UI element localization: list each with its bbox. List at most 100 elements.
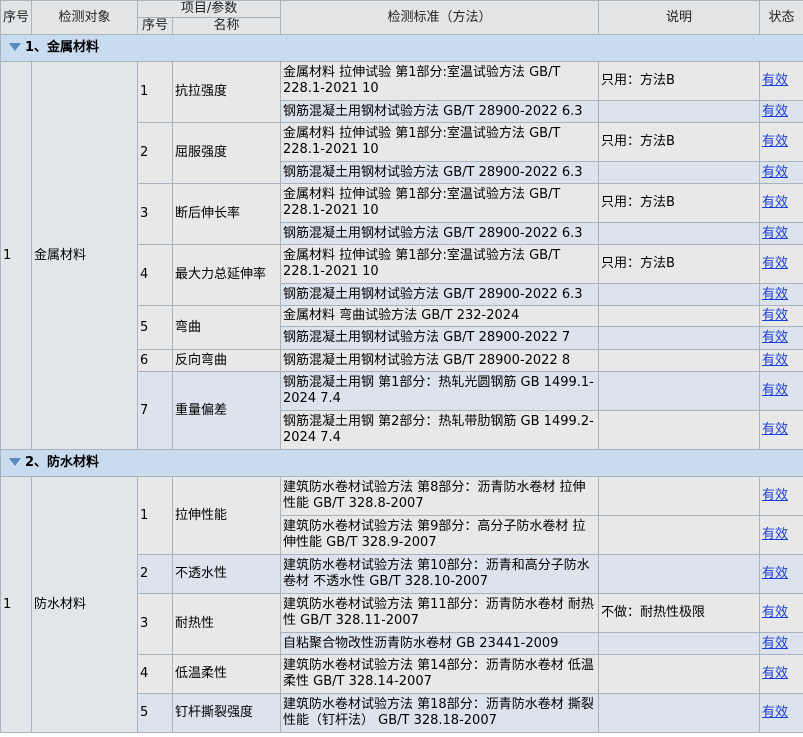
standard-cell: 钢筋混凝土用钢 第1部分：热轧光圆钢筋 GB 1499.1-2024 7.4: [280, 371, 600, 411]
note-cell: [598, 161, 761, 184]
note-cell: [598, 222, 761, 245]
col-header-standard: 检测标准（方法）: [280, 0, 600, 35]
seq-cell: 1: [0, 476, 32, 733]
note-cell: 只用：方法B: [598, 183, 761, 223]
status-link[interactable]: 有效: [762, 165, 788, 180]
standard-cell: 钢筋混凝土用钢材试验方法 GB/T 28900-2022 6.3: [280, 100, 600, 123]
param-no-cell: 2: [137, 122, 173, 184]
col-header-status: 状态: [759, 0, 803, 35]
object-cell: 金属材料: [31, 61, 138, 450]
standard-cell: 建筑防水卷材试验方法 第18部分：沥青防水卷材 撕裂性能（钉杆法） GB/T 3…: [280, 693, 600, 733]
status-link[interactable]: 有效: [762, 308, 788, 323]
param-name-cell: 拉伸性能: [171, 476, 282, 555]
param-name-cell: 屈服强度: [171, 122, 282, 184]
note-cell: [598, 326, 761, 350]
note-cell: [598, 100, 761, 123]
note-cell: 不做：耐热性极限: [598, 593, 761, 633]
standard-cell: 钢筋混凝土用钢材试验方法 GB/T 28900-2022 6.3: [280, 161, 600, 184]
col-header-object: 检测对象: [31, 0, 138, 35]
note-cell: [598, 371, 761, 411]
param-name-cell: 不透水性: [171, 554, 282, 594]
param-no-cell: 3: [137, 593, 173, 655]
status-link[interactable]: 有效: [762, 488, 788, 503]
table-row: 1 防水材料 1 拉伸性能 建筑防水卷材试验方法 第8部分：沥青防水卷材 拉伸性…: [0, 476, 803, 733]
param-no-cell: 1: [137, 61, 173, 123]
col-header-param-group: 项目/参数: [136, 0, 282, 18]
param-name-cell: 抗拉强度: [171, 61, 282, 123]
note-cell: [598, 632, 761, 655]
status-link[interactable]: 有效: [762, 256, 788, 271]
section-row-metal[interactable]: 1、金属材料: [0, 34, 803, 62]
collapse-triangle-icon[interactable]: [9, 42, 21, 51]
status-link[interactable]: 有效: [762, 134, 788, 149]
note-cell: 只用：方法B: [598, 61, 761, 101]
standard-cell: 金属材料 拉伸试验 第1部分:室温试验方法 GB/T 228.1-2021 10: [280, 122, 600, 162]
param-no-cell: 2: [137, 554, 173, 594]
status-link[interactable]: 有效: [762, 353, 788, 368]
status-link[interactable]: 有效: [762, 666, 788, 681]
note-cell: 只用：方法B: [598, 244, 761, 284]
param-no-cell: 5: [137, 305, 173, 350]
standard-cell: 钢筋混凝土用钢 第2部分：热轧带肋钢筋 GB 1499.2-2024 7.4: [280, 410, 600, 450]
status-link[interactable]: 有效: [762, 636, 788, 651]
col-header-sub-seq: 序号: [137, 17, 173, 35]
param-no-cell: 7: [137, 371, 173, 450]
standard-cell: 钢筋混凝土用钢材试验方法 GB/T 28900-2022 6.3: [280, 283, 600, 306]
param-name-cell: 耐热性: [171, 593, 282, 655]
note-cell: [598, 554, 761, 594]
standard-cell: 钢筋混凝土用钢材试验方法 GB/T 28900-2022 6.3: [280, 222, 600, 245]
param-no-cell: 4: [137, 244, 173, 306]
param-name-cell: 断后伸长率: [171, 183, 282, 245]
status-link[interactable]: 有效: [762, 566, 788, 581]
note-cell: [598, 283, 761, 306]
param-name-cell: 重量偏差: [171, 371, 282, 450]
status-link[interactable]: 有效: [762, 287, 788, 302]
section-title: 1、金属材料: [25, 40, 100, 55]
status-link[interactable]: 有效: [762, 383, 788, 398]
status-link[interactable]: 有效: [762, 226, 788, 241]
standards-table: 序号 检测对象 项目/参数 检测标准（方法） 说明 状态 序号 名称 1、金属材…: [0, 0, 803, 733]
standard-cell: 自粘聚合物改性沥青防水卷材 GB 23441-2009: [280, 632, 600, 655]
note-cell: [598, 515, 761, 555]
note-cell: [598, 654, 761, 694]
standard-cell: 金属材料 拉伸试验 第1部分:室温试验方法 GB/T 228.1-2021 10: [280, 244, 600, 284]
seq-cell: 1: [0, 61, 32, 450]
param-name-cell: 钉杆撕裂强度: [171, 693, 282, 733]
param-no-cell: 6: [137, 349, 173, 372]
section-title: 2、防水材料: [25, 455, 100, 470]
status-link[interactable]: 有效: [762, 422, 788, 437]
note-cell: 只用：方法B: [598, 122, 761, 162]
param-name-cell: 弯曲: [171, 305, 282, 350]
table-row: 1 金属材料 1 抗拉强度 金属材料 拉伸试验 第1部分:室温试验方法 GB/T…: [0, 61, 803, 450]
param-no-cell: 5: [137, 693, 173, 733]
standard-cell: 钢筋混凝土用钢材试验方法 GB/T 28900-2022 8: [280, 349, 600, 372]
standard-cell: 建筑防水卷材试验方法 第10部分：沥青和高分子防水卷材 不透水性 GB/T 32…: [280, 554, 600, 594]
status-link[interactable]: 有效: [762, 195, 788, 210]
col-header-note: 说明: [598, 0, 761, 35]
note-cell: [598, 349, 761, 372]
col-header-seq: 序号: [0, 0, 32, 35]
param-name-cell: 最大力总延伸率: [171, 244, 282, 306]
collapse-triangle-icon[interactable]: [9, 457, 21, 466]
status-link[interactable]: 有效: [762, 104, 788, 119]
standard-cell: 建筑防水卷材试验方法 第8部分：沥青防水卷材 拉伸性能 GB/T 328.8-2…: [280, 476, 600, 516]
param-name-cell: 低温柔性: [171, 654, 282, 694]
status-link[interactable]: 有效: [762, 605, 788, 620]
status-link[interactable]: 有效: [762, 330, 788, 345]
standard-cell: 钢筋混凝土用钢材试验方法 GB/T 28900-2022 7: [280, 326, 600, 350]
object-cell: 防水材料: [31, 476, 138, 733]
param-no-cell: 4: [137, 654, 173, 694]
note-cell: [598, 410, 761, 450]
standard-cell: 金属材料 弯曲试验方法 GB/T 232-2024: [280, 305, 600, 327]
status-link[interactable]: 有效: [762, 527, 788, 542]
standard-cell: 金属材料 拉伸试验 第1部分:室温试验方法 GB/T 228.1-2021 10: [280, 61, 600, 101]
status-link[interactable]: 有效: [762, 705, 788, 720]
standard-cell: 建筑防水卷材试验方法 第9部分：高分子防水卷材 拉伸性能 GB/T 328.9-…: [280, 515, 600, 555]
section-row-waterproof[interactable]: 2、防水材料: [0, 449, 803, 477]
param-no-cell: 1: [137, 476, 173, 555]
status-link[interactable]: 有效: [762, 73, 788, 88]
param-no-cell: 3: [137, 183, 173, 245]
note-cell: [598, 305, 761, 327]
col-header-name: 名称: [171, 17, 282, 35]
note-cell: [598, 693, 761, 733]
